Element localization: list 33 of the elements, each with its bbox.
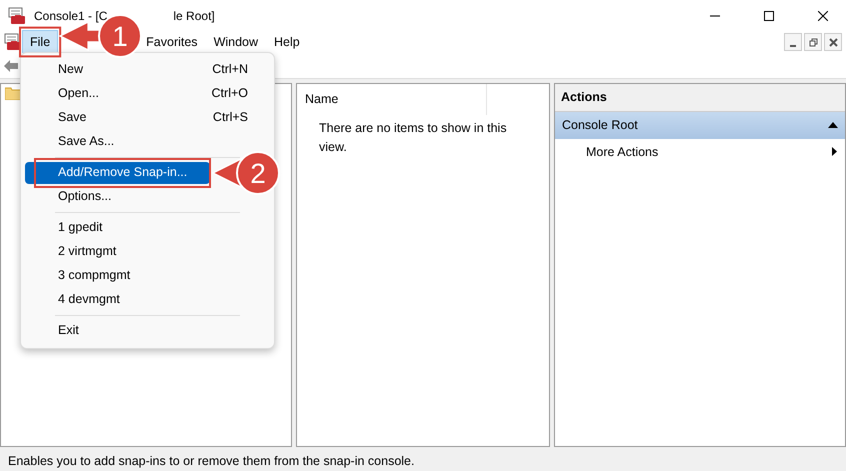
close-button[interactable] [824, 33, 842, 51]
actions-header: Actions [555, 84, 845, 112]
menu-item[interactable]: 3 compmgmt [25, 265, 270, 287]
maximize-icon [764, 10, 774, 20]
menu-item[interactable]: 1 gpedit [25, 217, 270, 239]
menu-item[interactable]: 4 devmgmt [25, 289, 270, 311]
menu-item[interactable]: Open... Ctrl+O [25, 83, 270, 105]
actions-section-header[interactable]: Console Root [555, 112, 845, 138]
folder-icon [5, 87, 21, 100]
minimize-icon [790, 45, 796, 47]
menu-item[interactable]: Add/Remove Snap-in... [25, 162, 210, 184]
menu-item[interactable]: Window [206, 30, 266, 54]
window-title: Console1 - [C [34, 8, 108, 24]
menu-item[interactable]: Save As... [25, 131, 270, 153]
window-title: le Root] [173, 8, 215, 24]
restore-icon [808, 38, 818, 46]
menu-item[interactable]: Help [266, 30, 308, 54]
menu-item[interactable]: Save Ctrl+S [25, 107, 270, 129]
column-header[interactable]: Name [297, 84, 487, 115]
restore-button[interactable] [804, 33, 822, 51]
menu-item[interactable]: Exit [25, 320, 270, 342]
action-item[interactable]: More Actions [555, 138, 845, 166]
submenu-arrow-icon [832, 147, 837, 156]
menu-item[interactable]: Favorites [138, 30, 206, 54]
console-icon [8, 6, 26, 24]
section-label: Console Root [562, 116, 638, 134]
back-arrow-icon[interactable] [4, 60, 18, 72]
close-icon [828, 38, 838, 46]
collapse-triangle-icon[interactable] [828, 122, 838, 128]
minimize-button[interactable] [784, 33, 802, 51]
close-icon [818, 10, 828, 20]
menu-item[interactable]: 2 virtmgmt [25, 241, 270, 263]
empty-list-message: There are no items to show in this view. [318, 120, 508, 156]
